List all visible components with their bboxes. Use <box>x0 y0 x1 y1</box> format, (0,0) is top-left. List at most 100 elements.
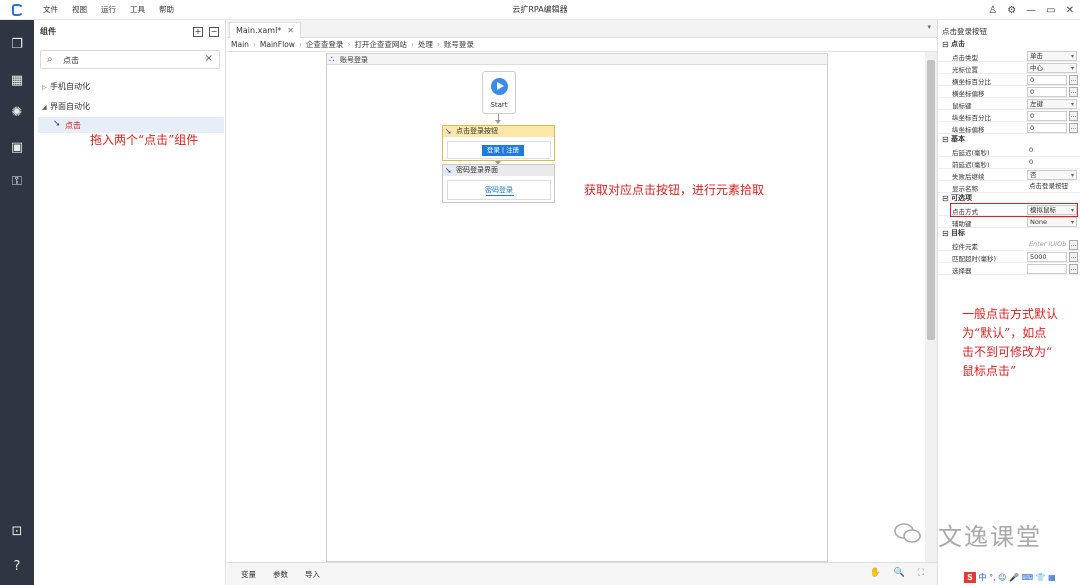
annotation-method: 一般点击方式默认 为“默认”，如点 击不到可修改为“ 鼠标点击” <box>962 307 1059 378</box>
canvas-tools[interactable]: ✋ 🔍 ⛶ <box>870 568 929 578</box>
lock-icon[interactable]: ⊡ <box>10 525 24 539</box>
property-value[interactable]: 0 <box>1027 123 1067 133</box>
ellipsis-button[interactable]: … <box>1069 111 1078 121</box>
property-dropdown[interactable]: None <box>1027 217 1077 227</box>
ellipsis-button[interactable]: … <box>1069 75 1078 85</box>
section-title: 基本 <box>951 135 965 143</box>
collapse-section-icon[interactable]: ⊟ <box>942 193 949 204</box>
property-grid: ⊟点击点击类型单击光标位置中心横坐标百分比0…横坐标偏移0…鼠标键左键纵坐标百分… <box>938 39 1080 275</box>
property-section[interactable]: ⊟ 目标 <box>938 228 1080 239</box>
close-icon[interactable]: ✕ <box>1066 5 1074 16</box>
menu-tools[interactable]: 工具 <box>123 0 152 20</box>
tab-dropdown-icon[interactable]: ▾ <box>927 23 931 31</box>
activity-bar: ❐ ▦ ✺ ▣ ⚿ ⊡ ? <box>0 20 34 585</box>
collapse-all-button[interactable]: − <box>209 27 219 37</box>
restore-icon[interactable]: ▭ <box>1046 5 1055 16</box>
help-icon[interactable]: ? <box>10 560 24 574</box>
canvas-scrollbar[interactable] <box>925 52 937 562</box>
breadcrumb-item[interactable]: 处理 <box>418 39 433 50</box>
property-key: 匹配超时(毫秒) <box>952 255 997 263</box>
breadcrumb-item[interactable]: 账号登录 <box>444 39 474 50</box>
sequence-header: ⛬ 账号登录 <box>327 54 827 65</box>
tree-item-ui-automation[interactable]: ◢ 界面自动化 <box>42 101 90 112</box>
property-dropdown[interactable]: 单击 <box>1027 51 1077 61</box>
minimize-icon[interactable]: — <box>1026 5 1036 16</box>
workflow-canvas[interactable]: ⛬ 账号登录 Start ➘ 点击登录按钮 登录 | 注册 ➘ 密码登录界面 密… <box>227 52 925 562</box>
menu-run[interactable]: 运行 <box>94 0 123 20</box>
section-title: 点击 <box>951 40 965 48</box>
tab-main-xaml[interactable]: Main.xaml* ✕ <box>229 22 301 38</box>
tab-variables[interactable]: 变量 <box>241 569 256 580</box>
property-dropdown[interactable]: 否 <box>1027 170 1077 180</box>
sequence-icon: ⛬ <box>329 54 335 63</box>
ellipsis-button[interactable]: … <box>1069 240 1078 250</box>
property-key: 控件元素 <box>952 243 978 251</box>
search-input[interactable] <box>63 53 193 67</box>
breadcrumb-item[interactable]: 打开企查查网站 <box>354 39 407 50</box>
property-value[interactable]: 0 <box>1027 75 1067 85</box>
property-key: 纵坐标偏移 <box>952 126 985 134</box>
close-tab-icon[interactable]: ✕ <box>287 26 294 35</box>
ime-toolbar[interactable]: S 中 °, ☺ 🎤 ⌨ 👕 ▦ <box>964 572 1080 585</box>
menu-file[interactable]: 文件 <box>36 0 65 20</box>
clear-icon[interactable]: × <box>205 53 213 64</box>
app-window: 文件 视图 运行 工具 帮助 云扩RPA编辑器 ♙ ⚙ — ▭ ✕ ❐ ▦ ✺ … <box>0 0 1080 585</box>
property-row: 横坐标偏移 0… <box>938 86 1080 98</box>
files-icon[interactable]: ❐ <box>10 38 24 52</box>
collapse-section-icon[interactable]: ⊟ <box>942 39 949 50</box>
property-value: 0 <box>1029 158 1034 166</box>
property-section[interactable]: ⊟ 点击 <box>938 39 1080 50</box>
toolbox-icon[interactable]: ▣ <box>10 141 24 155</box>
annotation-drag: 拖入两个“点击”组件 <box>90 133 199 147</box>
user-icon[interactable]: ♙ <box>988 5 997 16</box>
underline <box>486 195 514 196</box>
components-icon[interactable]: ▦ <box>10 74 24 88</box>
ellipsis-button[interactable]: … <box>1069 252 1078 262</box>
activity-password-login[interactable]: ➘ 密码登录界面 密码登录 <box>442 164 555 203</box>
property-row: 匹配超时(毫秒) 5000… <box>938 251 1080 263</box>
start-node[interactable]: Start <box>482 71 516 114</box>
ellipsis-button[interactable]: … <box>1069 264 1078 274</box>
scrollbar-thumb[interactable] <box>927 60 935 340</box>
activity-title: 密码登录界面 <box>456 166 498 174</box>
property-value[interactable]: 0 <box>1027 111 1067 121</box>
property-key: 横坐标百分比 <box>952 78 991 86</box>
tab-bar: Main.xaml* ✕ ▾ <box>227 20 937 38</box>
bottom-bar: 变量 参数 导入 ✋ 🔍 ⛶ <box>227 562 937 585</box>
property-key: 前延迟(毫秒) <box>952 161 990 169</box>
activity-click-login[interactable]: ➘ 点击登录按钮 登录 | 注册 <box>442 125 555 161</box>
ellipsis-button[interactable]: … <box>1069 123 1078 133</box>
cursor-click-icon: ➘ <box>53 119 61 129</box>
menu-view[interactable]: 视图 <box>65 0 94 20</box>
breadcrumb-item[interactable]: MainFlow <box>260 40 295 49</box>
menu-help[interactable]: 帮助 <box>152 0 181 20</box>
property-row: 失败后继续 否 <box>938 169 1080 181</box>
tab-imports[interactable]: 导入 <box>305 569 320 580</box>
debug-icon[interactable]: ✺ <box>10 106 24 120</box>
ellipsis-button[interactable]: … <box>1069 87 1078 97</box>
property-row: 显示名称 点击登录按钮 <box>938 181 1080 193</box>
gear-icon[interactable]: ⚙ <box>1007 5 1016 16</box>
breadcrumb-item[interactable]: 企查查登录 <box>306 39 344 50</box>
collapse-section-icon[interactable]: ⊟ <box>942 228 949 239</box>
property-dropdown[interactable]: 左键 <box>1027 99 1077 109</box>
tab-arguments[interactable]: 参数 <box>273 569 288 580</box>
collapse-section-icon[interactable]: ⊟ <box>942 134 949 145</box>
property-value[interactable] <box>1027 264 1067 274</box>
menu-bar: 文件 视图 运行 工具 帮助 <box>36 0 181 20</box>
tree-item-label: 手机自动化 <box>50 82 90 91</box>
plugin-icon[interactable]: ⚿ <box>10 175 24 189</box>
property-value[interactable]: 5000 <box>1027 252 1067 262</box>
property-row: 控件元素 Enter IUIOb… <box>938 239 1080 251</box>
property-dropdown[interactable]: 中心 <box>1027 63 1077 73</box>
breadcrumb-item[interactable]: Main <box>231 40 249 49</box>
annotation-pick: 获取对应点击按钮，进行元素拾取 <box>584 183 765 197</box>
element-preview[interactable]: 登录 | 注册 <box>447 141 551 159</box>
tree-item-mobile[interactable]: ▷ 手机自动化 <box>42 81 90 92</box>
property-key: 横坐标偏移 <box>952 90 985 98</box>
element-preview[interactable]: 密码登录 <box>447 180 551 200</box>
property-value[interactable]: 0 <box>1027 87 1067 97</box>
property-section[interactable]: ⊟ 基本 <box>938 134 1080 145</box>
expand-all-button[interactable]: + <box>193 27 203 37</box>
sequence-container[interactable]: ⛬ 账号登录 Start ➘ 点击登录按钮 登录 | 注册 ➘ 密码登录界面 密… <box>326 53 828 562</box>
